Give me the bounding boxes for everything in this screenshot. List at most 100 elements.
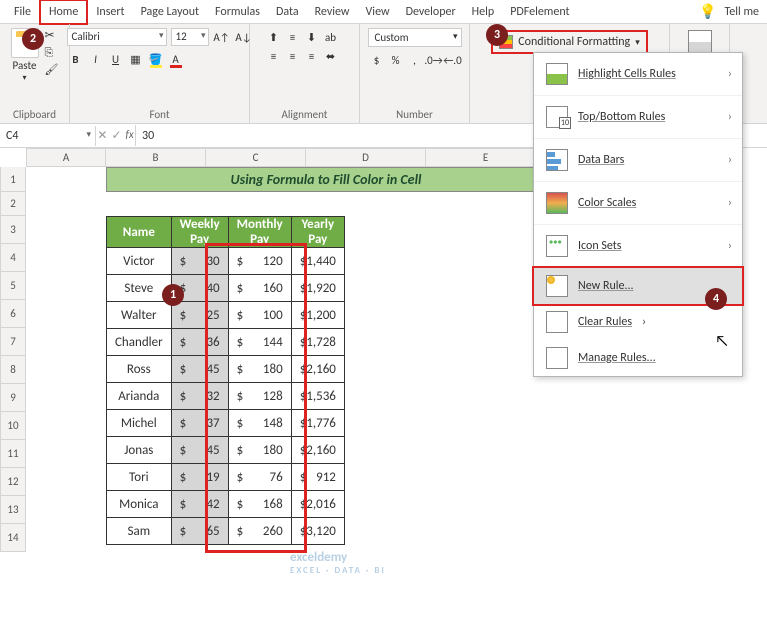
cf-topbottom-rules[interactable]: Top/Bottom Rules › — [534, 96, 742, 139]
row-header-9[interactable]: 9 — [0, 384, 26, 412]
italic-button[interactable]: I — [87, 50, 105, 68]
row-header-10[interactable]: 10 — [0, 412, 26, 440]
align-bottom-icon[interactable]: ⬇ — [303, 28, 321, 46]
cell-yearly[interactable]: $1,920 — [291, 275, 344, 302]
font-name-select[interactable]: Calibri — [67, 28, 167, 46]
comma-icon[interactable]: , — [406, 51, 424, 69]
row-header-4[interactable]: 4 — [0, 244, 26, 272]
cell-monthly[interactable]: $100 — [228, 302, 291, 329]
cf-manage-rules[interactable]: Manage Rules... — [534, 340, 742, 376]
cell-yearly[interactable]: $912 — [291, 464, 344, 491]
cell-weekly[interactable]: $45 — [171, 356, 228, 383]
cell-weekly[interactable]: $37 — [171, 410, 228, 437]
cf-iconsets[interactable]: Icon Sets › — [534, 225, 742, 268]
row-header-5[interactable]: 5 — [0, 272, 26, 300]
tab-pagelayout[interactable]: Page Layout — [133, 1, 207, 23]
font-size-select[interactable]: 12 — [171, 28, 209, 46]
row-header-13[interactable]: 13 — [0, 496, 26, 524]
increase-font-icon[interactable]: A↑ — [213, 28, 231, 46]
cell-yearly[interactable]: $1,440 — [291, 248, 344, 275]
tab-developer[interactable]: Developer — [398, 1, 464, 23]
cell-weekly[interactable]: $25 — [171, 302, 228, 329]
cell-name[interactable]: Jonas — [107, 437, 172, 464]
cell-name[interactable]: Tori — [107, 464, 172, 491]
row-header-6[interactable]: 6 — [0, 300, 26, 328]
row-header-8[interactable]: 8 — [0, 356, 26, 384]
cancel-icon[interactable]: ✕ — [97, 128, 107, 143]
cell-monthly[interactable]: $76 — [228, 464, 291, 491]
cell-monthly[interactable]: $260 — [228, 518, 291, 545]
cell-name[interactable]: Walter — [107, 302, 172, 329]
row-header-3[interactable]: 3 — [0, 216, 26, 244]
bold-button[interactable]: B — [67, 50, 85, 68]
column-header-D[interactable]: D — [306, 148, 426, 167]
decrease-decimal-icon[interactable]: ←.0 — [444, 51, 462, 69]
tab-view[interactable]: View — [358, 1, 398, 23]
cell-weekly[interactable]: $36 — [171, 329, 228, 356]
cell-yearly[interactable]: $2,160 — [291, 356, 344, 383]
tab-home[interactable]: Home — [39, 0, 88, 25]
percent-icon[interactable]: % — [387, 51, 405, 69]
cell-monthly[interactable]: $144 — [228, 329, 291, 356]
tellme-input[interactable]: Tell me — [716, 1, 767, 23]
cell-yearly[interactable]: $1,728 — [291, 329, 344, 356]
header-monthly[interactable]: Monthly Pay — [228, 217, 291, 248]
increase-decimal-icon[interactable]: .0→ — [425, 51, 443, 69]
font-color-button[interactable]: A — [167, 50, 185, 68]
align-middle-icon[interactable]: ≡ — [284, 28, 302, 46]
cell-weekly[interactable]: $19 — [171, 464, 228, 491]
underline-button[interactable]: U — [107, 50, 125, 68]
cells-icon[interactable] — [688, 30, 712, 54]
column-header-E[interactable]: E — [426, 148, 546, 167]
tab-help[interactable]: Help — [464, 1, 503, 23]
column-header-C[interactable]: C — [206, 148, 306, 167]
row-header-11[interactable]: 11 — [0, 440, 26, 468]
align-left-icon[interactable]: ≡ — [265, 47, 283, 65]
format-painter-icon[interactable]: 🖌 — [45, 63, 59, 76]
column-header-A[interactable]: A — [26, 148, 106, 167]
tab-pdfelement[interactable]: PDFelement — [502, 1, 577, 23]
cell-yearly[interactable]: $3,120 — [291, 518, 344, 545]
cell-name[interactable]: Chandler — [107, 329, 172, 356]
row-header-2[interactable]: 2 — [0, 192, 26, 216]
cf-databars[interactable]: Data Bars › — [534, 139, 742, 182]
fill-color-button[interactable]: 🪣 — [147, 50, 165, 68]
currency-icon[interactable]: $ — [368, 51, 386, 69]
cell-monthly[interactable]: $120 — [228, 248, 291, 275]
cell-name[interactable]: Arianda — [107, 383, 172, 410]
cell-weekly[interactable]: $42 — [171, 491, 228, 518]
cell-name[interactable]: Michel — [107, 410, 172, 437]
number-format-select[interactable]: Custom — [368, 28, 462, 47]
row-header-14[interactable]: 14 — [0, 524, 26, 552]
cell-weekly[interactable]: $30 — [171, 248, 228, 275]
cf-clear-rules[interactable]: Clear Rules › — [534, 304, 742, 340]
copy-icon[interactable]: ⎘ — [45, 46, 59, 60]
tab-formulas[interactable]: Formulas — [207, 1, 268, 23]
fx-button[interactable]: ✕ ✓ fx — [96, 125, 136, 146]
tab-insert[interactable]: Insert — [88, 1, 132, 23]
cf-colorscales[interactable]: Color Scales › — [534, 182, 742, 225]
cell-monthly[interactable]: $148 — [228, 410, 291, 437]
header-yearly[interactable]: Yearly Pay — [291, 217, 344, 248]
align-center-icon[interactable]: ≡ — [284, 47, 302, 65]
border-button[interactable]: ▦ — [127, 50, 145, 68]
cell-name[interactable]: Ross — [107, 356, 172, 383]
header-weekly[interactable]: Weekly Pay — [171, 217, 228, 248]
cell-name[interactable]: Victor — [107, 248, 172, 275]
cell-yearly[interactable]: $1,536 — [291, 383, 344, 410]
cell-yearly[interactable]: $2,016 — [291, 491, 344, 518]
align-top-icon[interactable]: ⬆ — [265, 28, 283, 46]
cell-name[interactable]: Sam — [107, 518, 172, 545]
wrap-text-icon[interactable]: ab — [322, 28, 340, 46]
row-header-7[interactable]: 7 — [0, 328, 26, 356]
name-box[interactable]: C4 — [0, 126, 96, 146]
accept-icon[interactable]: ✓ — [111, 128, 121, 143]
cell-weekly[interactable]: $45 — [171, 437, 228, 464]
cell-monthly[interactable]: $128 — [228, 383, 291, 410]
cell-weekly[interactable]: $65 — [171, 518, 228, 545]
cell-monthly[interactable]: $160 — [228, 275, 291, 302]
cell-name[interactable]: Monica — [107, 491, 172, 518]
conditional-formatting-button[interactable]: Conditional Formatting ▾ — [491, 30, 647, 54]
cell-yearly[interactable]: $2,160 — [291, 437, 344, 464]
tab-file[interactable]: File — [6, 1, 39, 23]
